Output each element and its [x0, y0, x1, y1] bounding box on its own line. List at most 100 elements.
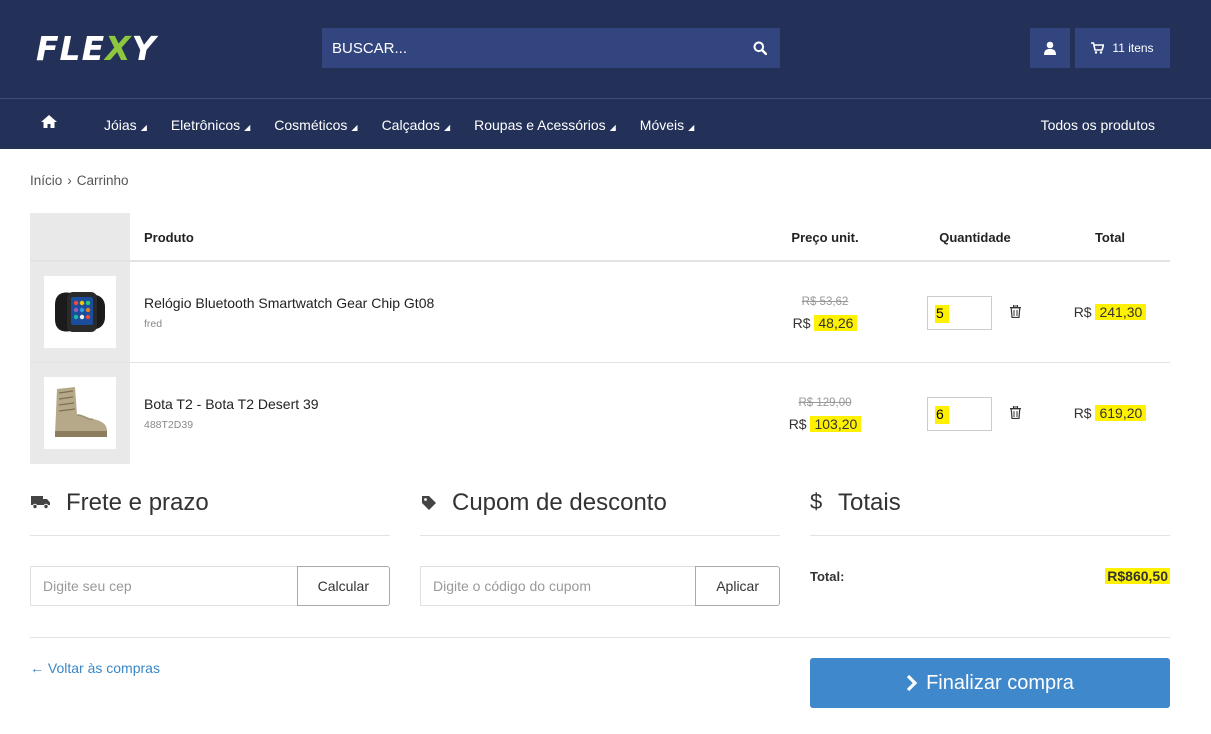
breadcrumb-separator: ›: [67, 173, 72, 188]
caret-icon: ◢: [244, 123, 251, 132]
header-total: Total: [1094, 230, 1126, 245]
product-name[interactable]: Relógio Bluetooth Smartwatch Gear Chip G…: [144, 295, 434, 311]
unit-price: R$ 103,20: [760, 416, 890, 432]
logo-part-3: Y: [131, 28, 157, 68]
old-price: R$ 53,62: [801, 296, 849, 308]
currency: R$: [1073, 304, 1092, 320]
chevron-right-icon: [906, 674, 918, 692]
search-button[interactable]: [740, 28, 780, 68]
shipping-panel: Frete e prazo Calcular: [30, 486, 390, 606]
line-total-value: 619,20: [1095, 405, 1147, 421]
grand-total-row: Total: R$860,50: [810, 568, 1170, 584]
nav-item-calcados[interactable]: Calçados ◢: [382, 117, 451, 133]
nav-label: Calçados: [381, 116, 440, 133]
user-icon: [1044, 41, 1056, 55]
currency: R$: [1073, 405, 1092, 421]
remove-item-button[interactable]: [1010, 304, 1021, 323]
coupon-title: Cupom de desconto: [452, 489, 667, 516]
calculate-button[interactable]: Calcular: [296, 566, 390, 606]
cart-button[interactable]: 11 itens: [1075, 28, 1170, 68]
cart-table: Produto Preço unit. Quantidade Total Rel…: [30, 213, 1170, 464]
dollar-icon: $: [810, 489, 823, 514]
product-sku: fred: [144, 318, 163, 330]
quantity-input[interactable]: [927, 397, 992, 431]
table-row: Bota T2 - Bota T2 Desert 39 488T2D39 R$ …: [30, 363, 1170, 464]
coupon-header: Cupom de desconto: [420, 486, 780, 536]
header-quantity: Quantidade: [939, 230, 1011, 245]
nav-home[interactable]: [40, 114, 58, 134]
caret-icon: ◢: [688, 123, 695, 132]
search-input[interactable]: [322, 28, 740, 68]
breadcrumb-home[interactable]: Início: [30, 173, 62, 188]
logo-part-2: X: [105, 28, 132, 68]
trash-icon: [1010, 304, 1021, 319]
flexy-logo[interactable]: FLEXY: [36, 26, 156, 70]
cep-group: Calcular: [30, 566, 390, 606]
nav-all-products[interactable]: Todos os produtos: [1041, 99, 1155, 150]
trash-icon: [1010, 405, 1021, 420]
cart-count: 11 itens: [1112, 41, 1154, 55]
quantity-input[interactable]: [927, 296, 992, 330]
site-header: FLEXY 11 itens: [0, 0, 1211, 98]
product-name[interactable]: Bota T2 - Bota T2 Desert 39: [144, 396, 319, 412]
home-icon: [41, 115, 57, 128]
line-total-value: 241,30: [1095, 304, 1147, 320]
coupon-group: Aplicar: [420, 566, 780, 606]
caret-icon: ◢: [443, 123, 451, 132]
nav-label: Móveis: [639, 116, 685, 133]
boot-image: [55, 387, 107, 437]
product-image-smartwatch[interactable]: [44, 276, 116, 348]
totals-header: $ Totais: [810, 486, 1170, 536]
totals-panel: $ Totais Total: R$860,50: [810, 486, 1170, 584]
apply-coupon-button[interactable]: Aplicar: [695, 566, 780, 606]
truck-icon: [30, 489, 52, 509]
remove-item-button[interactable]: [1010, 405, 1021, 424]
line-total: R$ 619,20: [1050, 405, 1170, 421]
nav-item-joias[interactable]: Jóias ◢: [104, 117, 147, 133]
nav-label: Roupas e Acessórios: [474, 116, 606, 133]
footer-divider: [30, 637, 1170, 638]
nav-label: Cosméticos: [274, 116, 348, 133]
coupon-input[interactable]: [420, 566, 696, 606]
product-image-boot[interactable]: [44, 377, 116, 449]
coupon-panel: Cupom de desconto Aplicar: [420, 486, 780, 606]
search-bar: [322, 28, 780, 68]
breadcrumb: Início › Carrinho: [30, 173, 129, 188]
account-button[interactable]: [1030, 28, 1070, 68]
table-header: Produto Preço unit. Quantidade Total: [30, 213, 1170, 262]
unit-price: R$ 48,26: [760, 315, 890, 331]
nav-categories: Jóias ◢ Eletrônicos ◢ Cosméticos ◢ Calçados…: [104, 99, 718, 150]
unit-price-value: 48,26: [814, 315, 858, 331]
caret-icon: ◢: [140, 123, 147, 132]
cep-input[interactable]: [30, 566, 297, 606]
shipping-title: Frete e prazo: [66, 489, 209, 516]
nav-item-roupas[interactable]: Roupas e Acessórios ◢: [474, 117, 616, 133]
smartwatch-image: [55, 292, 105, 332]
caret-icon: ◢: [609, 123, 616, 132]
nav-item-eletronicos[interactable]: Eletrônicos ◢: [171, 117, 250, 133]
caret-icon: ◢: [351, 123, 358, 132]
tag-icon: [420, 489, 438, 511]
currency: R$: [792, 315, 811, 331]
old-price: R$ 129,00: [798, 397, 852, 409]
checkout-label: Finalizar compra: [926, 671, 1074, 694]
logo-part-1: FLE: [36, 28, 106, 68]
nav-item-moveis[interactable]: Móveis ◢: [640, 117, 695, 133]
product-sku: 488T2D39: [144, 419, 194, 431]
table-row: Relógio Bluetooth Smartwatch Gear Chip G…: [30, 262, 1170, 363]
unit-price-value: 103,20: [810, 416, 862, 432]
totals-title: Totais: [838, 489, 901, 516]
checkout-button[interactable]: Finalizar compra: [810, 658, 1170, 708]
main-nav: Jóias ◢ Eletrônicos ◢ Cosméticos ◢ Calçados…: [0, 98, 1211, 149]
nav-label: Jóias: [104, 116, 137, 133]
back-to-shopping-link[interactable]: ← Voltar às compras: [30, 660, 160, 676]
nav-item-cosmeticos[interactable]: Cosméticos ◢: [274, 117, 357, 133]
currency: R$: [788, 416, 807, 432]
line-total: R$ 241,30: [1050, 304, 1170, 320]
nav-label: Eletrônicos: [170, 116, 241, 133]
grand-total-label: Total:: [810, 568, 845, 584]
search-icon: [753, 41, 767, 55]
breadcrumb-current: Carrinho: [76, 173, 129, 188]
grand-total-value: R$860,50: [1105, 568, 1170, 584]
shipping-header: Frete e prazo: [30, 486, 390, 536]
